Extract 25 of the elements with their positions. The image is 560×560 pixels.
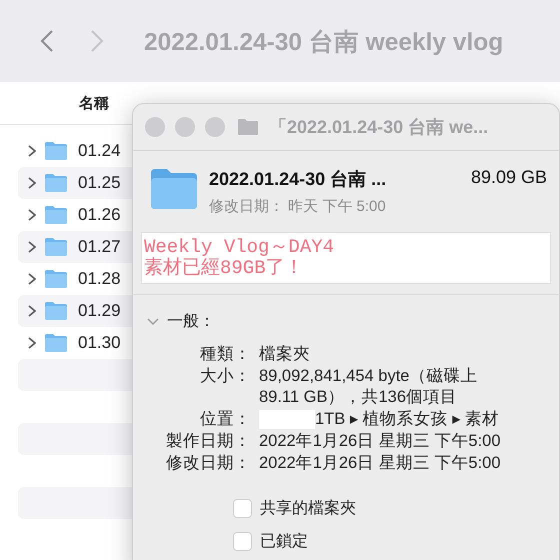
window-title: 「2022.01.24-30 台南 we... [269, 116, 488, 139]
field-value: 2022年1月26日 星期三 下午5:00 [259, 453, 501, 474]
checkbox-label: 已鎖定 [260, 532, 308, 552]
folder-name: 01.27 [78, 237, 121, 257]
section-label: 一般： [167, 312, 215, 332]
folder-name: 01.24 [78, 141, 121, 161]
field-label: 大小： [199, 366, 251, 387]
field-value: 檔案夾 [259, 344, 310, 365]
window-title: 2022.01.24-30 台南 weekly vlog [144, 28, 504, 58]
checkbox-label: 共享的檔案夾 [260, 498, 356, 519]
modified-date: 修改日期： 昨天 下午 5:00 [209, 197, 387, 216]
folder-name: 01.29 [78, 301, 121, 321]
folder-name: 2022.01.24-30 台南 ... [209, 168, 386, 191]
folder-name: 01.25 [78, 173, 121, 193]
field-label: 種類： [199, 344, 251, 365]
folder-size: 89.09 GB [470, 167, 547, 189]
field-label: 位置： [199, 409, 251, 430]
folder-name: 01.26 [78, 205, 121, 225]
folder-name: 01.30 [78, 333, 121, 353]
field-value: 1TB ▸ 植物系女孩 ▸ 素材 [315, 409, 500, 430]
field-value: 89,092,841,454 byte（磁碟上 89.11 GB），共136個項目 [259, 366, 478, 408]
field-label: 修改日期： [165, 453, 251, 474]
field-label: 製作日期： [165, 431, 251, 452]
field-value: 2022年1月26日 星期三 下午5:00 [259, 431, 501, 452]
folder-name: 01.28 [78, 269, 121, 289]
